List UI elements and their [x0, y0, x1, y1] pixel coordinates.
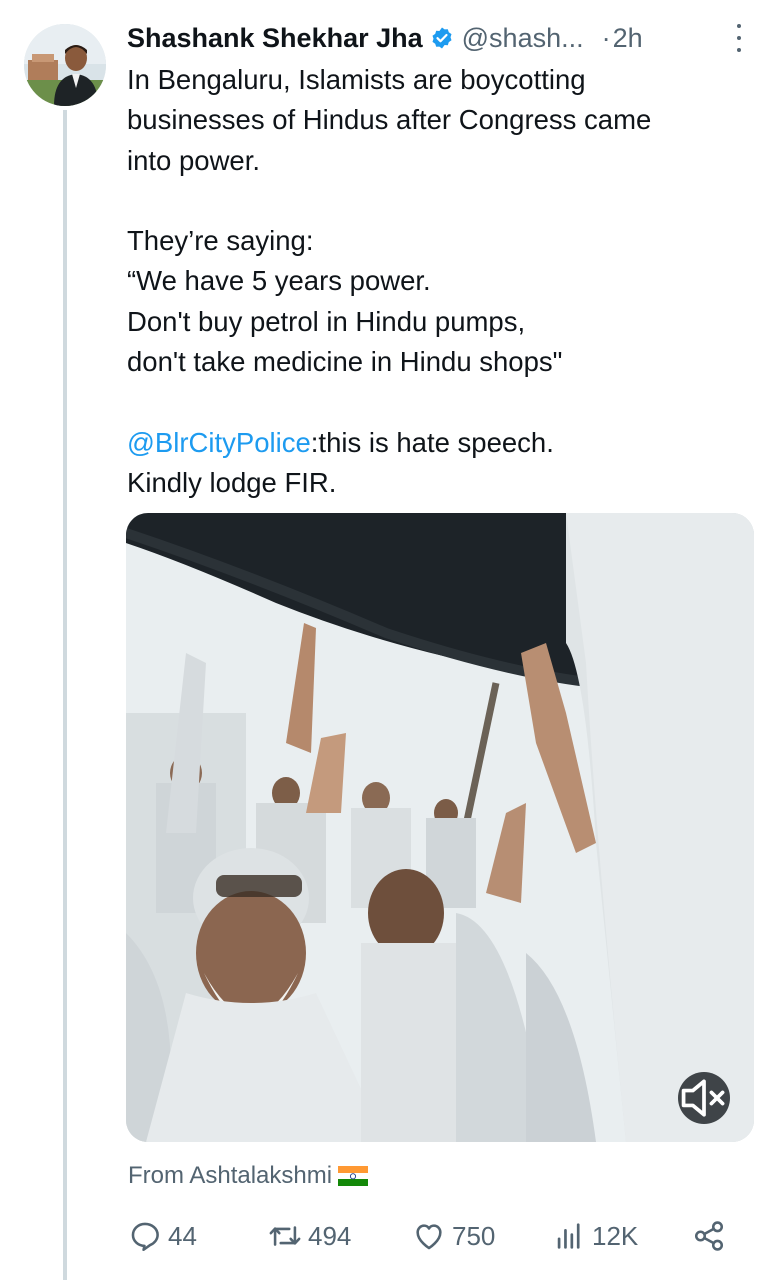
reply-icon: [131, 1222, 159, 1252]
india-flag-icon: [338, 1166, 369, 1186]
mute-toggle-button[interactable]: [678, 1072, 730, 1124]
video-player[interactable]: [126, 513, 754, 1142]
heart-icon: [416, 1224, 442, 1250]
views-button[interactable]: 12K: [552, 1210, 638, 1262]
share-icon: [694, 1221, 724, 1251]
avatar-image: [24, 24, 106, 106]
tweet-header: Shashank Shekhar Jha @shash... · 2h: [127, 16, 757, 60]
timestamp[interactable]: 2h: [613, 23, 643, 54]
like-button[interactable]: 750: [412, 1210, 495, 1262]
tweet-text-line: Kindly lodge FIR.: [127, 466, 337, 498]
more-options-icon[interactable]: [733, 24, 745, 52]
source-text: From Ashtalakshmi: [128, 1162, 333, 1189]
like-count: 750: [452, 1220, 496, 1251]
repost-icon: [269, 1226, 301, 1246]
tweet-text-line: Don't buy petrol in Hindu pumps,: [127, 305, 526, 337]
speaker-muted-icon: [681, 1079, 725, 1117]
reply-button[interactable]: 44: [128, 1210, 197, 1262]
tweet-text-line: In Bengaluru, Islamists are boycotting: [127, 64, 586, 95]
views-count: 12K: [592, 1220, 639, 1251]
avatar[interactable]: [24, 24, 106, 106]
reply-count: 44: [168, 1220, 197, 1251]
source-label: From Ashtalakshmi: [128, 1162, 369, 1190]
mention-line: @BlrCityPolice:this is hate speech.: [127, 423, 747, 463]
tweet-text-line: “We have 5 years power.: [127, 265, 431, 297]
verified-badge-icon: [432, 27, 452, 49]
video-frame: [126, 513, 754, 1142]
mention-link[interactable]: @BlrCityPolice: [127, 427, 311, 458]
mention-suffix: :this is hate speech.: [310, 426, 554, 458]
separator-dot: ·: [601, 22, 611, 53]
tweet-text-line: don't take medicine in Hindu shops": [127, 346, 563, 378]
tweet-text-line: businesses of Hindus after Congress came: [127, 104, 652, 136]
author-handle[interactable]: @shash...: [462, 23, 584, 54]
views-chart-icon: [557, 1223, 580, 1249]
thread-line: [63, 110, 67, 1280]
tweet-text: In Bengaluru, Islamists are boycotting b…: [127, 60, 747, 503]
tweet-text-line: They’re saying:: [127, 225, 314, 257]
repost-count: 494: [308, 1220, 352, 1251]
action-bar: 44 494 750 12K: [128, 1210, 738, 1262]
repost-button[interactable]: 494: [268, 1210, 351, 1262]
share-button[interactable]: [692, 1210, 726, 1262]
tweet-text-line: into power.: [127, 144, 261, 176]
author-name[interactable]: Shashank Shekhar Jha: [127, 23, 423, 54]
